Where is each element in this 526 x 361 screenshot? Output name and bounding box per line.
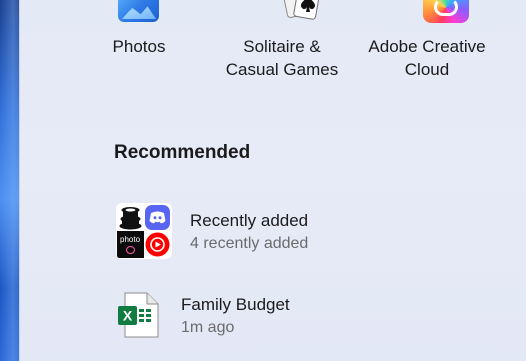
solitaire-icon[interactable]: [281, 0, 323, 24]
pinned-app-photos[interactable]: Photos: [64, 35, 214, 58]
app-stack-icon: [117, 204, 144, 231]
pinned-app-label: Adobe Creative: [368, 37, 486, 56]
excel-file-icon: X: [118, 292, 159, 338]
pinned-app-label: Casual Games: [225, 60, 339, 79]
recommended-item-subtitle: 1m ago: [181, 319, 235, 336]
recommended-item-title: Recently added: [190, 211, 309, 230]
pinned-app-label: Cloud: [404, 60, 450, 79]
youtube-music-icon: [144, 231, 171, 258]
start-menu-panel: Photos Solitaire & Casual Games Adobe Cr…: [19, 0, 526, 361]
excel-letter: X: [123, 308, 133, 324]
recommended-item-title: Family Budget: [181, 295, 290, 314]
pinned-app-label: Photos: [112, 37, 166, 56]
recommended-item-recently-added[interactable]: photo Recently added 4 recently added: [114, 203, 494, 267]
pinned-app-label: Solitaire &: [243, 37, 321, 56]
adobe-creative-cloud-icon[interactable]: [423, 0, 469, 23]
recommended-heading: Recommended: [114, 142, 251, 163]
photo-app-icon: photo: [117, 231, 144, 258]
desktop-wallpaper: [0, 0, 19, 361]
pinned-app-solitaire[interactable]: Solitaire & Casual Games: [207, 35, 357, 81]
recommended-item-subtitle: 4 recently added: [190, 235, 309, 252]
recommended-item-family-budget[interactable]: X Family Budget 1m ago: [114, 292, 494, 356]
discord-icon: [144, 204, 171, 231]
recently-added-apps-icon: photo: [116, 203, 172, 259]
photo-app-label: photo: [120, 235, 141, 244]
pinned-app-adobe-creative-cloud[interactable]: Adobe Creative Cloud: [352, 35, 502, 81]
photos-icon[interactable]: [118, 0, 159, 22]
